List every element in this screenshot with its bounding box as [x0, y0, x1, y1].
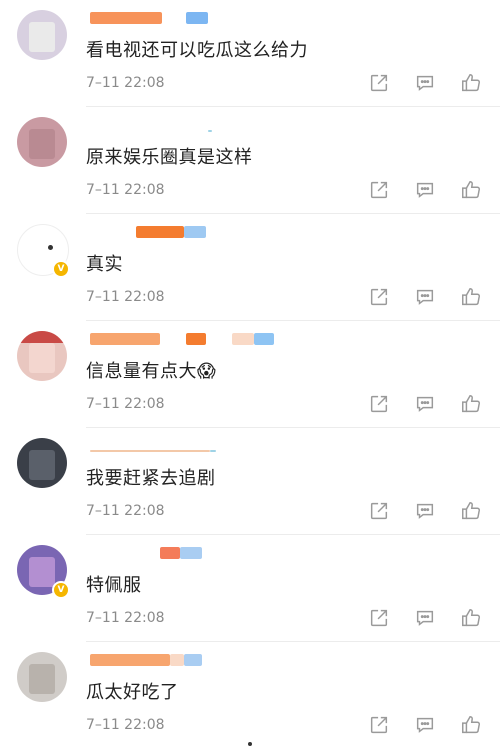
timestamp: 7–11 22:08: [86, 182, 165, 198]
timestamp: 7–11 22:08: [86, 503, 165, 519]
like-button[interactable]: [458, 284, 484, 310]
comment-text: 瓜太好吃了: [86, 682, 179, 703]
scroll-indicator-dot: [248, 742, 252, 746]
like-button[interactable]: [458, 712, 484, 738]
share-icon: [370, 609, 388, 627]
share-icon: [370, 74, 388, 92]
avatar[interactable]: [17, 331, 67, 381]
comment-button[interactable]: [412, 177, 438, 203]
share-button[interactable]: [366, 177, 392, 203]
username-masked[interactable]: [86, 224, 266, 238]
like-button[interactable]: [458, 498, 484, 524]
comment-item: 信息量有点大😱 7–11 22:08: [0, 321, 500, 428]
like-button[interactable]: [458, 177, 484, 203]
comment-item: 看电视还可以吃瓜这么给力 7–11 22:08: [0, 0, 500, 107]
comment-item: 我要赶紧去追剧 7–11 22:08: [0, 428, 500, 535]
avatar[interactable]: [17, 438, 67, 488]
share-icon: [370, 716, 388, 734]
comment-button[interactable]: [412, 70, 438, 96]
like-icon: [462, 395, 480, 413]
comment-item: V 真实 7–11 22:08: [0, 214, 500, 321]
comment-button[interactable]: [412, 498, 438, 524]
comment-text: 信息量有点大😱: [86, 361, 217, 382]
comment-button[interactable]: [412, 284, 438, 310]
comment-item: V 特佩服 7–11 22:08: [0, 535, 500, 642]
share-button[interactable]: [366, 605, 392, 631]
share-button[interactable]: [366, 70, 392, 96]
comment-item: 瓜太好吃了 7–11 22:08: [0, 642, 500, 749]
timestamp: 7–11 22:08: [86, 610, 165, 626]
comment-actions: [366, 391, 486, 417]
like-icon: [462, 181, 480, 199]
comment-actions: [366, 498, 486, 524]
comment-text: 特佩服: [86, 575, 142, 596]
comment-text: 原来娱乐圈真是这样: [86, 147, 253, 168]
comment-icon: [416, 717, 434, 733]
username-masked[interactable]: [86, 652, 266, 666]
share-icon: [370, 395, 388, 413]
username-masked[interactable]: [86, 10, 266, 24]
comment-actions: [366, 70, 486, 96]
avatar[interactable]: [17, 117, 67, 167]
share-icon: [370, 502, 388, 520]
share-icon: [370, 288, 388, 306]
comment-icon: [416, 610, 434, 626]
comment-button[interactable]: [412, 712, 438, 738]
like-button[interactable]: [458, 605, 484, 631]
like-icon: [462, 74, 480, 92]
comment-actions: [366, 177, 486, 203]
like-icon: [462, 716, 480, 734]
timestamp: 7–11 22:08: [86, 717, 165, 733]
share-button[interactable]: [366, 498, 392, 524]
verified-badge-icon: V: [52, 260, 70, 278]
username-masked[interactable]: [86, 545, 266, 559]
username-masked[interactable]: [86, 331, 274, 345]
like-icon: [462, 502, 480, 520]
like-button[interactable]: [458, 391, 484, 417]
share-icon: [370, 181, 388, 199]
comment-actions: [366, 284, 486, 310]
comment-icon: [416, 503, 434, 519]
comment-actions: [366, 712, 486, 738]
like-button[interactable]: [458, 70, 484, 96]
share-button[interactable]: [366, 391, 392, 417]
avatar[interactable]: [17, 652, 67, 702]
comment-icon: [416, 182, 434, 198]
comment-item: 原来娱乐圈真是这样 7–11 22:08: [0, 107, 500, 214]
timestamp: 7–11 22:08: [86, 75, 165, 91]
username-masked[interactable]: [86, 438, 266, 452]
timestamp: 7–11 22:08: [86, 289, 165, 305]
comment-text: 看电视还可以吃瓜这么给力: [86, 40, 308, 61]
comment-actions: [366, 605, 486, 631]
username-masked[interactable]: [86, 117, 266, 132]
comment-icon: [416, 75, 434, 91]
verified-badge-icon: V: [52, 581, 70, 599]
like-icon: [462, 288, 480, 306]
timestamp: 7–11 22:08: [86, 396, 165, 412]
share-button[interactable]: [366, 712, 392, 738]
comment-icon: [416, 289, 434, 305]
comment-text: 真实: [86, 254, 123, 275]
avatar[interactable]: [17, 10, 67, 60]
like-icon: [462, 609, 480, 627]
comment-button[interactable]: [412, 391, 438, 417]
comment-icon: [416, 396, 434, 412]
comment-button[interactable]: [412, 605, 438, 631]
comment-text: 我要赶紧去追剧: [86, 468, 216, 489]
share-button[interactable]: [366, 284, 392, 310]
